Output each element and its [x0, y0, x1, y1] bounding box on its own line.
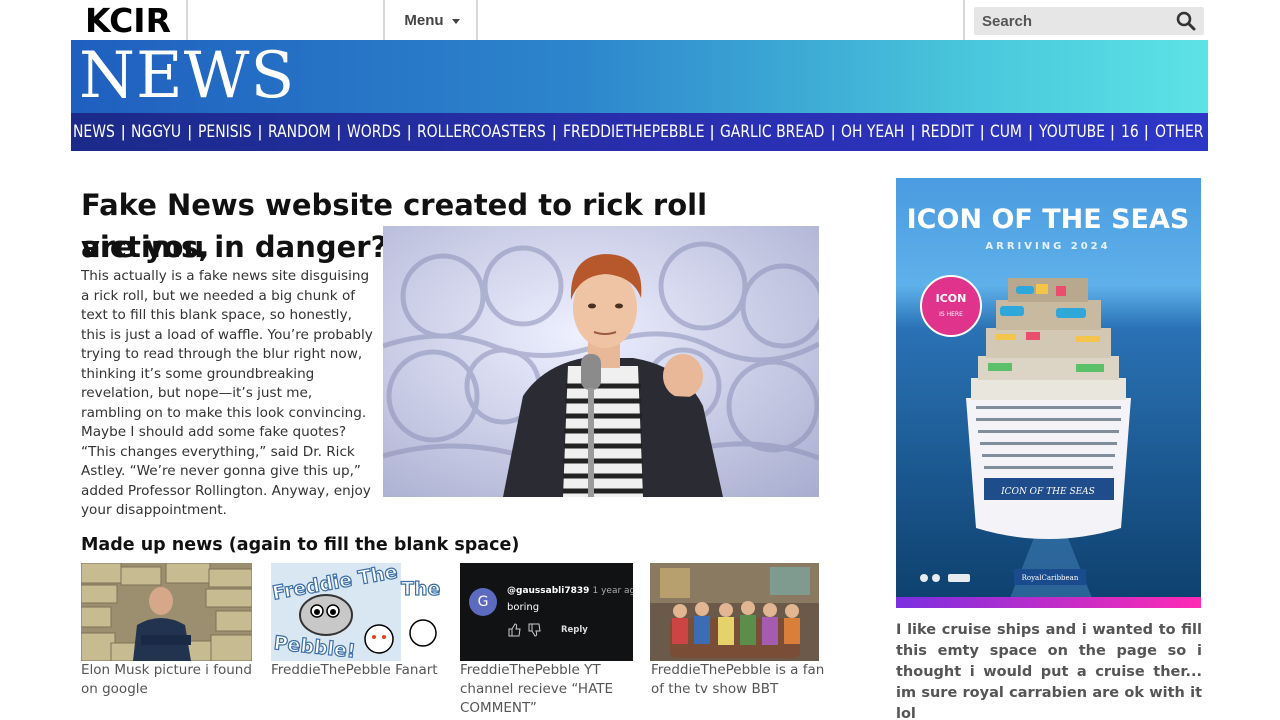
- nav-item-garlic-bread[interactable]: GARLIC BREAD: [720, 122, 824, 142]
- page: KCIR Menu NEWS NEWS | NGGYU | PENISIS | RANDOM…: [0, 0, 1280, 720]
- banner-title[interactable]: NEWS: [79, 40, 295, 112]
- news-caption[interactable]: FreddieThePebble Fanart: [271, 661, 451, 680]
- nav-separator: |: [552, 122, 557, 141]
- divider: [186, 0, 188, 40]
- news-thumb-bbt[interactable]: [650, 563, 819, 661]
- ad-title: ICON OF THE SEAS: [907, 204, 1190, 235]
- comment-time: 1 year ago: [592, 586, 633, 596]
- category-nav: NEWS | NGGYU | PENISIS | RANDOM | WORDS | ROLLERCO…: [71, 113, 1208, 151]
- news-caption[interactable]: FreddieThePebble is a fan of the tv show…: [651, 661, 831, 699]
- cruise-ad[interactable]: ICON OF THE SEAS ARRIVING 2024 ICON IS H…: [896, 178, 1201, 608]
- fanart-text-3: The: [401, 578, 440, 600]
- divider: [963, 0, 965, 40]
- top-bar: KCIR Menu: [71, 0, 1208, 40]
- nav-item-words[interactable]: WORDS: [347, 122, 401, 142]
- nav-separator: |: [1110, 122, 1115, 141]
- divider: [476, 0, 478, 40]
- search-input[interactable]: [982, 12, 1172, 30]
- nav-item-youtube[interactable]: YOUTUBE: [1039, 122, 1105, 142]
- menu-label: Menu: [404, 11, 444, 29]
- nav-separator: |: [257, 122, 263, 141]
- news-thumb-yt-comment[interactable]: G @gaussabli7839 1 year ago boring Reply: [460, 563, 633, 661]
- site-logo[interactable]: KCIR: [85, 1, 171, 40]
- avatar: G: [469, 588, 497, 616]
- nav-item-news[interactable]: NEWS: [73, 122, 115, 142]
- news-thumb-freddie-fanart[interactable]: Freddie The The Pebble!: [271, 563, 446, 661]
- ad-subtitle: ARRIVING 2024: [985, 241, 1110, 252]
- nav-separator: |: [910, 122, 916, 141]
- nav-separator: |: [120, 122, 126, 141]
- article-body: This actually is a fake news site disgui…: [81, 268, 373, 518]
- nav-item-oh-yeah[interactable]: OH YEAH: [841, 122, 904, 142]
- nav-separator: |: [1144, 122, 1149, 141]
- nav-separator: |: [407, 122, 412, 141]
- menu-button[interactable]: Menu: [385, 0, 479, 40]
- section-title: Made up news (again to fill the blank sp…: [81, 535, 520, 555]
- search-icon[interactable]: [1176, 11, 1196, 31]
- search-box: [974, 7, 1204, 35]
- nav-item-reddit[interactable]: REDDIT: [921, 122, 974, 142]
- news-caption[interactable]: Elon Musk picture i found on google: [81, 661, 256, 699]
- nav-separator: |: [1028, 122, 1033, 141]
- site-banner: NEWS: [71, 40, 1208, 113]
- comment-text: boring: [507, 602, 540, 613]
- ad-ship-name: ICON OF THE SEAS: [1000, 487, 1095, 497]
- svg-text:ICON: ICON: [936, 292, 967, 305]
- svg-text:IS HERE: IS HERE: [939, 311, 963, 318]
- nav-separator: |: [336, 122, 342, 141]
- article-headline-line2[interactable]: are you in danger?: [81, 226, 387, 268]
- chevron-down-icon: [451, 18, 460, 24]
- ad-brand: RoyalCaribbean: [1022, 574, 1079, 582]
- reply-button[interactable]: Reply: [561, 625, 588, 635]
- nav-separator: |: [187, 122, 192, 141]
- nav-separator: |: [979, 122, 985, 141]
- nav-item-nggyu[interactable]: NGGYU: [131, 122, 181, 142]
- ad-caption: I like cruise ships and i wanted to fill…: [896, 622, 1202, 720]
- nav-item-rollercoasters[interactable]: ROLLERCOASTERS: [417, 122, 546, 142]
- news-thumb-elon[interactable]: [81, 563, 252, 661]
- nav-item-other[interactable]: OTHER >: [1155, 122, 1208, 142]
- comment-user: @gaussabli7839: [507, 586, 590, 596]
- nav-item-16[interactable]: 16: [1121, 122, 1139, 142]
- nav-separator: |: [709, 122, 715, 141]
- nav-row: NEWS | NGGYU | PENISIS | RANDOM | WORDS | ROLLERCO…: [73, 122, 1208, 142]
- article-hero-image[interactable]: [383, 226, 819, 497]
- news-caption[interactable]: FreddieThePebble YT channel recieve “HAT…: [460, 661, 640, 718]
- nav-item-random[interactable]: RANDOM: [268, 122, 331, 142]
- thumbs-icon: [508, 623, 541, 637]
- nav-item-cum[interactable]: CUM: [990, 122, 1022, 142]
- nav-item-penisis[interactable]: PENISIS: [198, 122, 252, 142]
- nav-separator: |: [831, 122, 836, 141]
- nav-item-freddiethepebble[interactable]: FREDDIETHEPEBBLE: [563, 122, 705, 142]
